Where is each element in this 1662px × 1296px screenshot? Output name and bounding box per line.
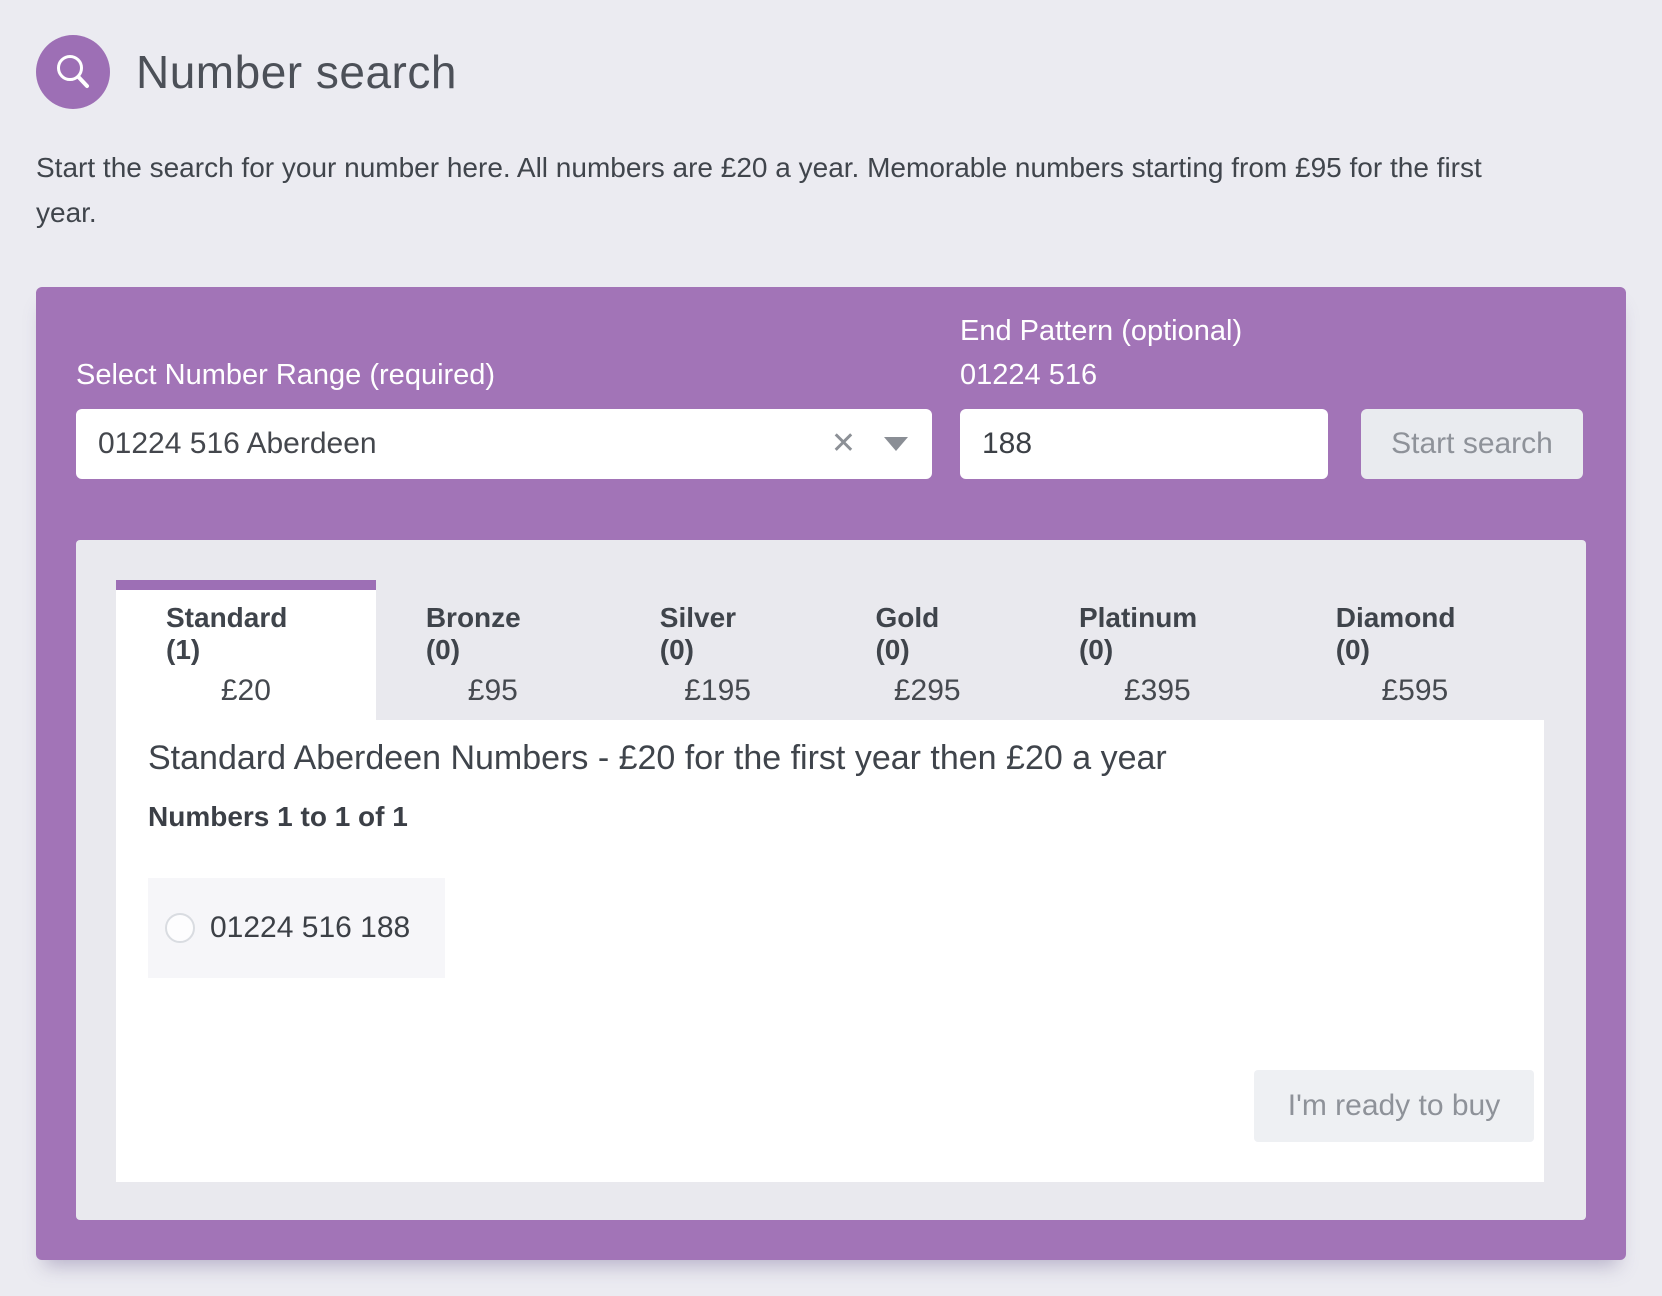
number-range-select[interactable]: 01224 516 Aberdeen ✕ [76,409,932,479]
page-header: Number search [0,0,1662,109]
end-pattern-input[interactable] [960,409,1328,479]
tab-silver[interactable]: Silver (0) £195 [610,580,826,720]
tab-label: Diamond (0) [1336,602,1494,666]
tab-price: £595 [1381,674,1448,708]
number-radio[interactable] [165,913,195,943]
buy-row: I'm ready to buy [148,1070,1534,1142]
results-count: Numbers 1 to 1 of 1 [148,802,1534,832]
ready-to-buy-button[interactable]: I'm ready to buy [1254,1070,1534,1142]
number-range-column: Select Number Range (required) 01224 516… [76,353,932,479]
tab-standard[interactable]: Standard (1) £20 [116,580,376,720]
results-panel: Standard (1) £20 Bronze (0) £95 Silver (… [76,540,1586,1220]
results-content: Standard Aberdeen Numbers - £20 for the … [116,720,1544,1182]
intro-text: Start the search for your number here. A… [36,145,1494,235]
end-pattern-label: End Pattern (optional) [960,309,1328,353]
tab-label: Bronze (0) [426,602,560,666]
number-result-text: 01224 516 188 [210,911,410,945]
tab-platinum[interactable]: Platinum (0) £395 [1029,580,1286,720]
tab-label: Gold (0) [875,602,978,666]
tab-bronze[interactable]: Bronze (0) £95 [376,580,610,720]
end-pattern-column: End Pattern (optional) 01224 516 [960,309,1328,479]
tab-price: £95 [468,674,518,708]
page-title: Number search [136,45,457,99]
tab-price: £295 [894,674,961,708]
tab-gold[interactable]: Gold (0) £295 [825,580,1028,720]
end-pattern-prefix: 01224 516 [960,353,1328,397]
start-search-button[interactable]: Start search [1361,409,1583,479]
search-panel: Select Number Range (required) 01224 516… [36,287,1626,1260]
tab-price: £195 [684,674,751,708]
tab-label: Standard (1) [166,602,326,666]
number-range-label: Select Number Range (required) [76,353,932,397]
price-tabs: Standard (1) £20 Bronze (0) £95 Silver (… [116,580,1544,720]
end-pattern-labels: End Pattern (optional) 01224 516 [960,309,1328,397]
search-icon [36,35,110,109]
tab-label: Platinum (0) [1079,602,1236,666]
tab-price: £20 [221,674,271,708]
clear-icon[interactable]: ✕ [831,429,856,459]
results-heading: Standard Aberdeen Numbers - £20 for the … [148,738,1534,778]
number-result-card: 01224 516 188 [148,878,445,978]
tab-label: Silver (0) [660,602,776,666]
tab-diamond[interactable]: Diamond (0) £595 [1286,580,1544,720]
tab-price: £395 [1124,674,1191,708]
chevron-down-icon[interactable] [884,437,908,451]
number-range-value: 01224 516 Aberdeen [98,427,831,461]
search-form-row: Select Number Range (required) 01224 516… [76,309,1586,479]
